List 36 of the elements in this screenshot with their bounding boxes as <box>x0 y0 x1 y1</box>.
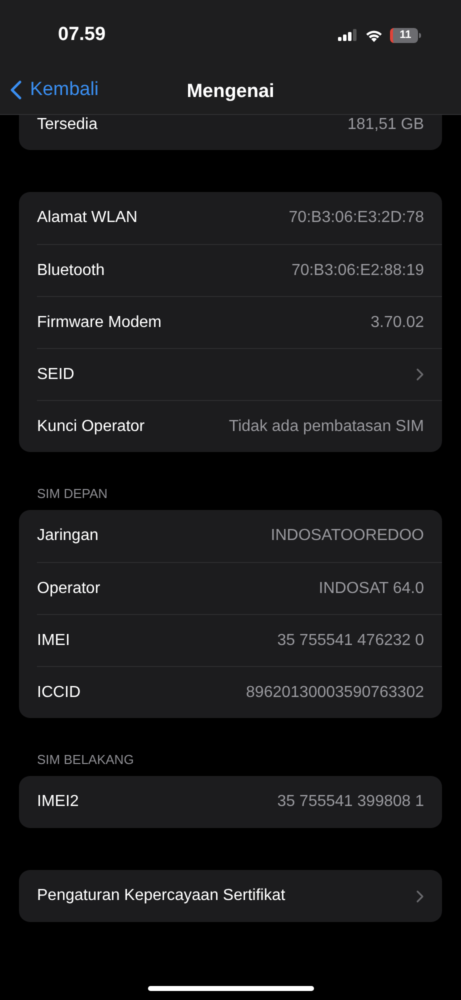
row-label: Kunci Operator <box>37 418 145 436</box>
status-time: 07.59 <box>58 24 106 46</box>
row-label: Tersedia <box>37 116 98 134</box>
battery-icon: 11 <box>390 28 421 42</box>
row-value: 70:B3:06:E2:88:19 <box>291 262 424 280</box>
chevron-left-icon <box>10 80 22 100</box>
row-label: Firmware Modem <box>37 314 162 332</box>
row-label: IMEI <box>37 632 70 650</box>
row-label: Alamat WLAN <box>37 209 138 227</box>
section-header: SIM BELAKANG <box>36 751 135 768</box>
wifi-icon <box>365 28 383 42</box>
section-header: SIM DEPAN <box>36 485 109 502</box>
row-label: Pengaturan Kepercayaan Sertifikat <box>37 887 286 905</box>
row-value: 3.70.02 <box>370 314 424 332</box>
row-value: 70:B3:06:E3:2D:78 <box>288 209 424 227</box>
settings-link[interactable]: Pengaturan Kepercayaan Sertifikat <box>37 870 442 922</box>
chevron-right-icon <box>416 368 424 381</box>
row-value: Tidak ada pembatasan SIM <box>228 418 424 436</box>
signal-icon <box>338 29 358 41</box>
row-label: Bluetooth <box>37 262 105 280</box>
row-label: SEID <box>37 366 74 384</box>
settings-link[interactable]: SEID <box>37 348 442 400</box>
chevron-right-icon <box>416 890 424 902</box>
row-value: 35 755541 399808 1 <box>277 793 424 811</box>
row-label: ICCID <box>37 684 81 702</box>
row-value: INDOSATOOREDOO <box>270 527 424 545</box>
row-value: 35 755541 476232 0 <box>277 632 424 650</box>
row-label: Jaringan <box>37 527 98 545</box>
page-title: Mengenai <box>186 81 274 103</box>
row-label: Operator <box>37 580 100 598</box>
row-value: 89620130003590763302 <box>246 684 424 702</box>
row-label: IMEI2 <box>37 793 79 811</box>
row-value: INDOSAT 64.0 <box>318 580 424 598</box>
row-value: 181,51 GB <box>348 116 424 134</box>
back-button[interactable]: Kembali <box>10 79 99 101</box>
back-label[interactable]: Kembali <box>30 79 99 101</box>
